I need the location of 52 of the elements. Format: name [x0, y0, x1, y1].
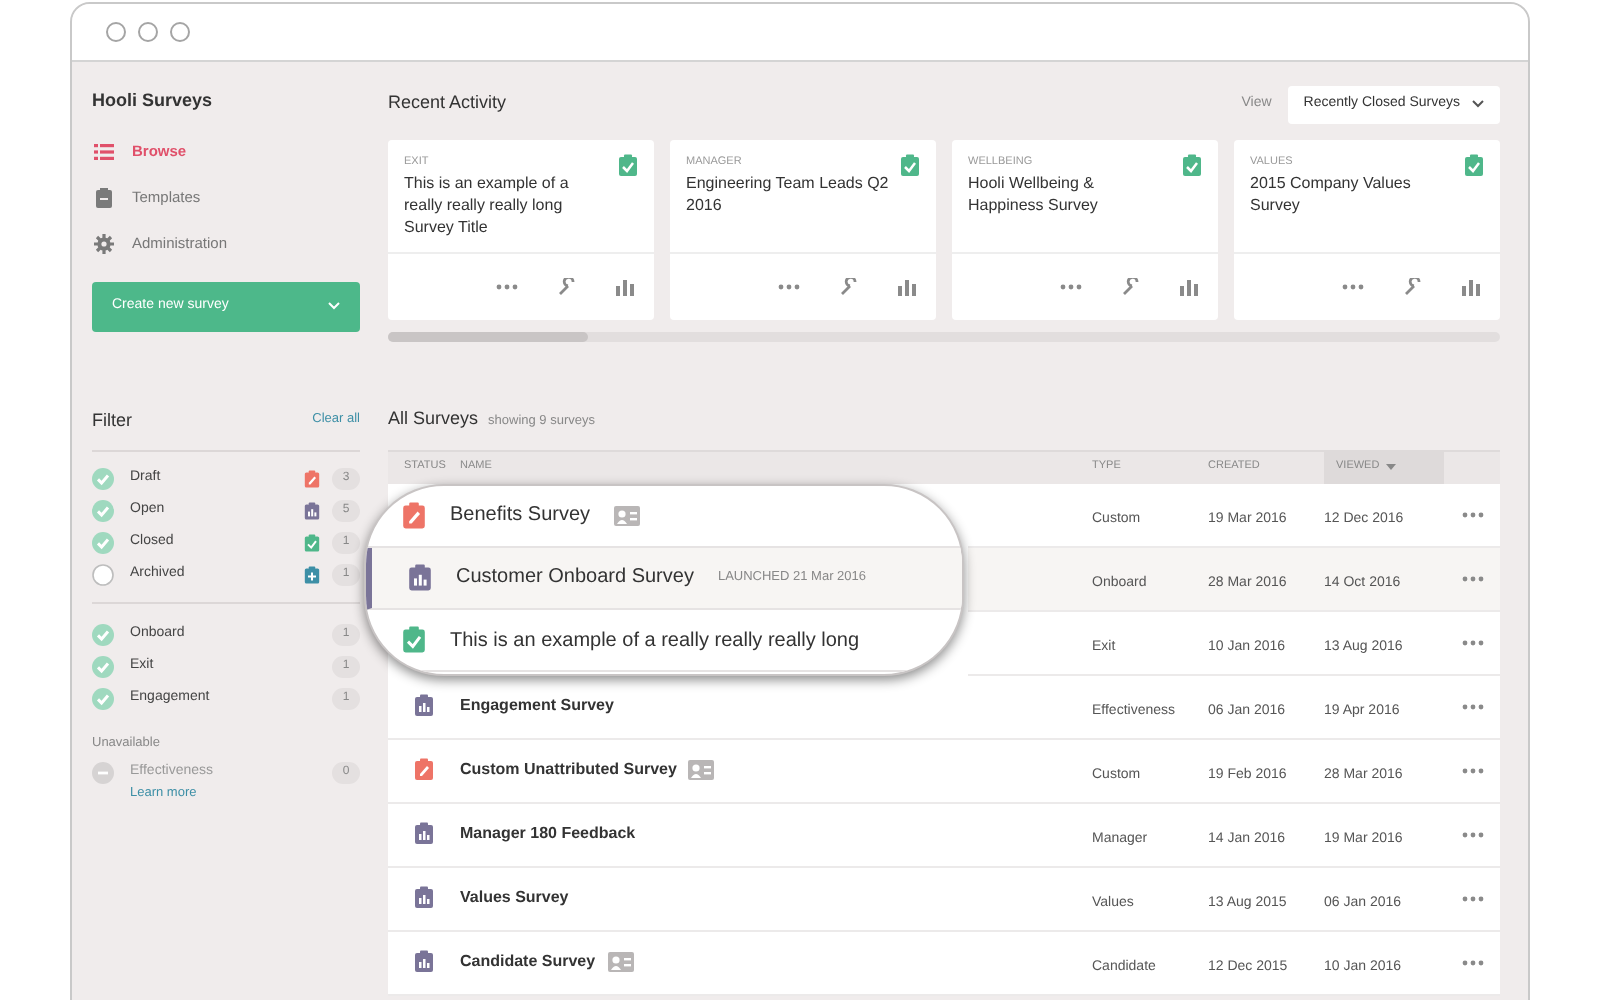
more-icon[interactable]	[1461, 831, 1483, 837]
section-heading: All Surveys	[388, 406, 479, 432]
wrench-icon[interactable]	[558, 278, 576, 296]
checkbox[interactable]	[92, 564, 114, 586]
more-icon[interactable]	[1461, 959, 1483, 965]
survey-name: Engagement Survey	[460, 694, 614, 718]
bar-chart-icon[interactable]	[898, 278, 916, 296]
more-icon[interactable]	[496, 284, 518, 290]
survey-name: Values Survey	[460, 886, 569, 910]
bar-chart-icon[interactable]	[616, 278, 634, 296]
survey-name: Benefits Survey	[450, 502, 591, 531]
checkbox[interactable]	[92, 688, 114, 710]
gear-icon	[94, 234, 114, 254]
chevron-down-icon	[328, 302, 340, 310]
card-title: This is an example of a really really really long Survey Title	[404, 172, 571, 239]
survey-name: Manager 180 Feedback	[460, 822, 636, 846]
more-icon[interactable]	[1461, 703, 1483, 709]
bar-chart-icon[interactable]	[1462, 278, 1480, 296]
more-icon[interactable]	[1342, 284, 1364, 290]
magnified-row[interactable]: This is an example of a really really really long	[366, 610, 962, 673]
wrench-icon[interactable]	[1404, 278, 1422, 296]
more-icon[interactable]	[1461, 895, 1483, 901]
more-icon[interactable]	[1461, 639, 1483, 645]
wrench-icon[interactable]	[840, 278, 858, 296]
checkbox[interactable]	[92, 624, 114, 646]
more-icon[interactable]	[778, 284, 800, 290]
more-icon[interactable]	[1461, 767, 1483, 773]
list-icon	[94, 144, 114, 160]
chevron-down-icon	[1472, 100, 1484, 108]
card-title: Hooli Wellbeing & Happiness Survey	[968, 172, 1100, 217]
survey-name: This is an example of a really really really long	[450, 627, 860, 656]
filter-heading: Filter	[92, 407, 132, 433]
more-icon[interactable]	[1461, 511, 1483, 517]
horizontal-scrollbar[interactable]	[388, 332, 1500, 342]
card-title: 2015 Company Values Survey	[1250, 172, 1413, 217]
survey-name: Customer Onboard Survey	[456, 564, 694, 593]
sort-down-icon	[1385, 464, 1396, 470]
disabled-checkbox-icon	[92, 761, 114, 784]
checkbox[interactable]	[92, 656, 114, 678]
clipboard-icon	[96, 188, 112, 208]
checkbox[interactable]	[92, 500, 114, 522]
survey-name: Candidate Survey	[460, 950, 596, 974]
more-icon[interactable]	[1060, 284, 1082, 290]
section-heading: Recent Activity	[388, 90, 507, 117]
bar-chart-icon[interactable]	[1180, 278, 1198, 296]
app-title: Hooli Surveys	[92, 88, 215, 114]
wrench-icon[interactable]	[1122, 278, 1140, 296]
card-title: Engineering Team Leads Q2 2016	[686, 172, 891, 217]
checkbox[interactable]	[92, 468, 114, 490]
more-icon[interactable]	[1461, 575, 1483, 581]
checkbox[interactable]	[92, 532, 114, 554]
survey-name: Custom Unattributed Survey	[460, 758, 677, 782]
